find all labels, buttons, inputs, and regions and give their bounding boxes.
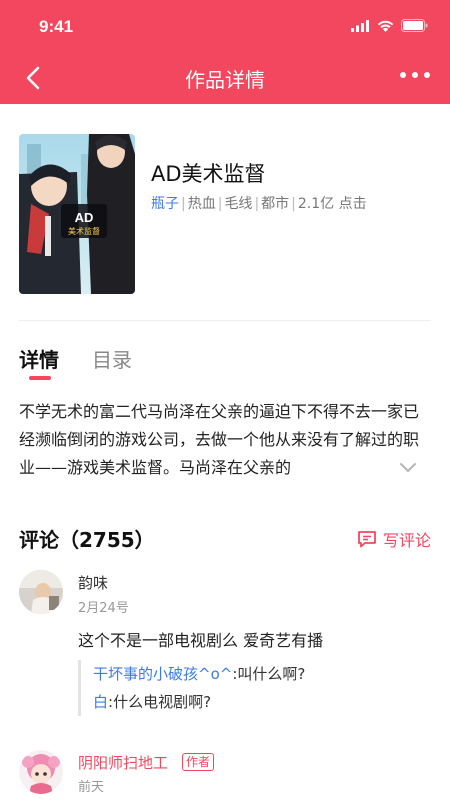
more-dot bbox=[424, 72, 430, 78]
status-time: 9:41 bbox=[39, 17, 74, 36]
comment-icon bbox=[358, 531, 376, 548]
comment-author[interactable]: 阴阳师扫地工 bbox=[78, 752, 168, 773]
reply-text: :叫什么啊? bbox=[232, 665, 306, 683]
work-meta: 瓶子 | 热血 | 毛线 | 都市 | 2.1亿 点击 bbox=[151, 196, 367, 212]
comment-body: 这个不是一部电视剧么 爱奇艺有播 bbox=[78, 631, 324, 650]
more-button[interactable] bbox=[400, 72, 430, 78]
more-dot bbox=[400, 72, 406, 78]
work-views: 2.1亿 点击 bbox=[297, 196, 367, 212]
work-cover-image[interactable]: AD 美术监督 bbox=[19, 134, 135, 294]
work-title: AD美术监督 bbox=[151, 162, 266, 186]
cover-sub-text: 美术监督 bbox=[68, 226, 100, 236]
comment-author[interactable]: 韵味 bbox=[78, 572, 108, 593]
active-tab-indicator bbox=[29, 376, 51, 380]
page-title: 作品详情 bbox=[185, 68, 265, 92]
signal-icon bbox=[351, 19, 369, 32]
tab-details[interactable]: 详情 bbox=[19, 344, 59, 373]
section-divider bbox=[19, 320, 431, 321]
write-comment-button[interactable]: 写评论 bbox=[357, 527, 431, 551]
expand-chevron-icon[interactable] bbox=[398, 460, 418, 476]
reply-item[interactable]: 干坏事的小破孩^o^:叫什么啊? bbox=[93, 660, 428, 688]
cover-illustration: AD 美术监督 bbox=[19, 134, 135, 294]
avatar[interactable] bbox=[19, 570, 63, 614]
synopsis-fade bbox=[350, 454, 432, 482]
work-tag: 热血 bbox=[187, 196, 216, 212]
status-bar: 9:41 bbox=[0, 0, 450, 52]
more-dot bbox=[412, 72, 418, 78]
status-icons bbox=[351, 19, 428, 32]
work-tag: 都市 bbox=[261, 196, 290, 212]
app-header: 9:41 作品详情 bbox=[0, 0, 450, 104]
wifi-icon bbox=[377, 20, 394, 32]
reply-item[interactable]: 白:什么电视剧啊? bbox=[93, 688, 428, 716]
reply-list: 干坏事的小破孩^o^:叫什么啊? 白:什么电视剧啊? bbox=[78, 660, 428, 716]
write-comment-label: 写评论 bbox=[382, 531, 431, 550]
reply-text: :什么电视剧啊? bbox=[108, 693, 212, 711]
work-tag: 毛线 bbox=[224, 196, 253, 212]
tab-toc[interactable]: 目录 bbox=[92, 344, 132, 373]
avatar[interactable] bbox=[19, 750, 63, 794]
comments-heading: 评论（2755） bbox=[19, 528, 155, 552]
battery-icon bbox=[401, 19, 428, 32]
comment-date: 前天 bbox=[78, 780, 105, 795]
comment-date: 2月24号 bbox=[78, 601, 129, 616]
reply-author[interactable]: 干坏事的小破孩^o^ bbox=[93, 665, 232, 683]
work-author-link[interactable]: 瓶子 bbox=[151, 196, 179, 212]
reply-author[interactable]: 白 bbox=[93, 693, 108, 711]
cover-logo-text: AD bbox=[75, 210, 94, 225]
author-badge: 作者 bbox=[182, 753, 215, 771]
nav-bar: 作品详情 bbox=[0, 52, 450, 104]
